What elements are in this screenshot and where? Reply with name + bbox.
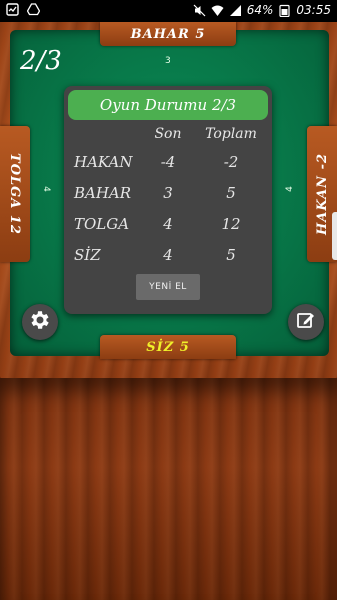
left-player-name: TOLGA 12 — [7, 153, 23, 235]
clock: 03:55 — [296, 3, 331, 17]
table-front-panel — [0, 378, 337, 600]
row-player-name: HAKAN — [74, 152, 133, 171]
row-toplam: -2 — [223, 152, 239, 171]
settings-button[interactable] — [22, 304, 58, 340]
row-son: 3 — [163, 183, 173, 202]
edit-button[interactable] — [288, 304, 324, 340]
left-player-bid: 4 — [40, 186, 51, 192]
row-son: 4 — [163, 214, 173, 233]
top-player-bid: 3 — [165, 56, 171, 66]
header-toplam: Toplam — [205, 126, 257, 142]
drive-icon — [26, 3, 41, 16]
mute-icon — [193, 4, 206, 17]
bottom-player-name: SİZ 5 — [146, 339, 190, 355]
right-player-bid: 4 — [284, 186, 295, 192]
row-toplam: 12 — [221, 214, 241, 233]
battery-icon — [278, 4, 291, 17]
score-row: BAHAR 3 5 — [70, 177, 266, 208]
top-player-name: BAHAR 5 — [130, 26, 206, 42]
edit-icon — [295, 309, 317, 335]
score-table-header: Son Toplam — [70, 122, 266, 146]
score-row: SİZ 4 5 — [70, 239, 266, 270]
wifi-icon — [211, 4, 224, 17]
dialog-title: Oyun Durumu 2/3 — [68, 90, 268, 120]
round-indicator: 2/3 — [20, 46, 62, 76]
score-row: TOLGA 4 12 — [70, 208, 266, 239]
gear-icon — [28, 308, 52, 336]
row-player-name: TOLGA — [74, 214, 130, 233]
row-player-name: BAHAR — [74, 183, 132, 202]
score-row: HAKAN -4 -2 — [70, 146, 266, 177]
score-table: Son Toplam HAKAN -4 -2 BAHAR 3 5 TOLGA 4… — [70, 122, 266, 270]
notification-box-icon — [6, 3, 19, 16]
signal-icon — [229, 4, 242, 17]
row-toplam: 5 — [226, 245, 236, 264]
row-toplam: 5 — [226, 183, 236, 202]
row-son: 4 — [163, 245, 173, 264]
battery-percent: 64% — [246, 3, 274, 17]
side-handle[interactable] — [332, 212, 337, 260]
header-son: Son — [154, 126, 182, 142]
row-son: -4 — [160, 152, 176, 171]
game-status-dialog: Oyun Durumu 2/3 Son Toplam HAKAN -4 -2 B… — [64, 86, 272, 314]
status-bar: 64% 03:55 — [0, 0, 337, 22]
row-player-name: SİZ — [74, 245, 101, 264]
new-hand-button[interactable]: YENİ EL — [136, 274, 200, 300]
